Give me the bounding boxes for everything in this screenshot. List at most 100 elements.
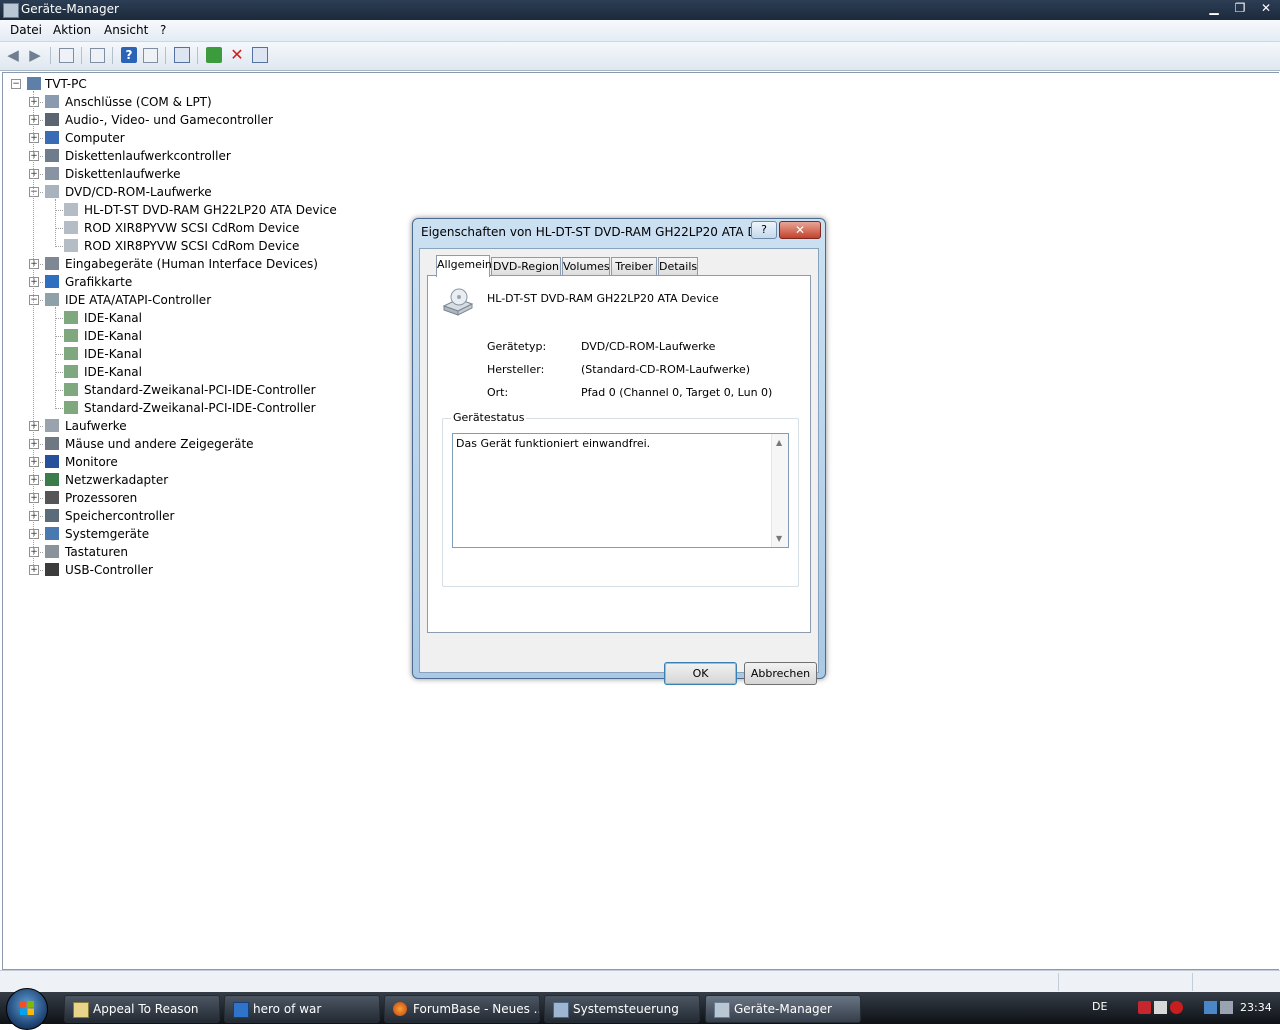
document-icon <box>73 1002 89 1018</box>
expand-toggle[interactable]: + <box>29 529 39 539</box>
computer-icon <box>45 131 59 144</box>
display-adapter-icon <box>45 275 59 288</box>
uninstall-icon[interactable]: ✕ <box>229 47 245 63</box>
tree-connector <box>55 318 63 319</box>
maximize-button[interactable]: ❐ <box>1228 0 1252 16</box>
expand-toggle[interactable]: + <box>29 151 39 161</box>
scroll-up-icon[interactable]: ▲ <box>776 438 782 447</box>
menu-aktion[interactable]: Aktion <box>53 23 91 37</box>
dialog-title: Eigenschaften von HL-DT-ST DVD-RAM GH22L… <box>421 225 782 239</box>
task-appeal-to-reason[interactable]: Appeal To Reason <box>64 995 220 1023</box>
keyboard-icon <box>45 545 59 558</box>
dialog-help-button[interactable]: ? <box>751 221 777 239</box>
task-systemsteuerung[interactable]: Systemsteuerung <box>544 995 700 1023</box>
antivirus-icon[interactable] <box>1170 1001 1183 1014</box>
status-scrollbar[interactable]: ▲ ▼ <box>771 434 788 547</box>
task-label: Appeal To Reason <box>93 1002 199 1016</box>
expand-toggle[interactable]: + <box>29 565 39 575</box>
toolbar-separator <box>197 47 198 64</box>
expand-toggle[interactable]: + <box>29 169 39 179</box>
ide-channel-icon <box>64 365 78 378</box>
network-icon[interactable] <box>1204 1001 1217 1014</box>
cancel-button[interactable]: Abbrechen <box>744 662 817 685</box>
monitor-icon <box>45 455 59 468</box>
expand-toggle[interactable]: + <box>29 457 39 467</box>
tree-connector <box>55 246 63 247</box>
ide-channel-icon <box>64 329 78 342</box>
expand-toggle[interactable]: + <box>29 259 39 269</box>
menu-datei[interactable]: Datei <box>10 23 42 37</box>
cdrom-drive-icon <box>442 288 474 316</box>
toolbar: ◀ ▶ ? ✕ <box>0 42 1280 71</box>
expand-toggle[interactable]: + <box>29 493 39 503</box>
tree-connector <box>55 336 63 337</box>
properties-dialog[interactable]: Eigenschaften von HL-DT-ST DVD-RAM GH22L… <box>412 218 826 685</box>
task-hero-of-war[interactable]: hero of war <box>224 995 380 1023</box>
scroll-down-icon[interactable]: ▼ <box>776 534 782 543</box>
network-adapter-icon <box>45 473 59 486</box>
volume-icon[interactable] <box>1220 1001 1233 1014</box>
tab-dvd-region[interactable]: DVD-Region <box>491 257 561 276</box>
minimize-button[interactable]: ▁ <box>1202 0 1226 16</box>
properties-icon[interactable] <box>90 48 105 63</box>
tab-treiber[interactable]: Treiber <box>611 257 657 276</box>
menu-ansicht[interactable]: Ansicht <box>104 23 148 37</box>
forward-arrow-icon[interactable]: ▶ <box>27 47 43 63</box>
device-name: HL-DT-ST DVD-RAM GH22LP20 ATA Device <box>487 292 719 305</box>
clock[interactable]: 23:34 <box>1240 1001 1272 1014</box>
expand-toggle[interactable]: + <box>29 511 39 521</box>
tree-category-label: Eingabegeräte (Human Interface Devices) <box>65 257 318 271</box>
hid-icon <box>45 257 59 270</box>
control-panel-icon <box>553 1002 569 1018</box>
tree-category-label: Monitore <box>65 455 118 469</box>
expand-toggle[interactable]: + <box>29 133 39 143</box>
ok-button[interactable]: OK <box>664 662 737 685</box>
dialog-close-button[interactable]: ✕ <box>779 221 821 239</box>
expand-toggle[interactable]: + <box>29 439 39 449</box>
menu-bar: Datei Aktion Ansicht ? <box>0 20 1280 42</box>
security-shield-icon[interactable] <box>1138 1001 1151 1014</box>
tree-category-label: Netzwerkadapter <box>65 473 169 487</box>
device-manager-icon <box>714 1002 730 1018</box>
tab-allgemein[interactable]: Allgemein <box>436 255 492 277</box>
port-icon <box>45 95 59 108</box>
language-indicator[interactable]: DE <box>1092 1000 1107 1013</box>
window-titlebar[interactable]: Geräte-Manager ▁ ❐ ✕ <box>0 0 1280 20</box>
tree-category-label: IDE ATA/ATAPI-Controller <box>65 293 212 307</box>
task-forumbase[interactable]: ForumBase - Neues ... <box>384 995 540 1023</box>
tab-details[interactable]: Details <box>658 257 698 276</box>
expand-toggle[interactable]: + <box>29 277 39 287</box>
disable-device-icon[interactable] <box>252 47 268 63</box>
tree-connector <box>33 91 34 569</box>
tree-category-label: Diskettenlaufwerkcontroller <box>65 149 231 163</box>
expand-toggle[interactable]: + <box>29 421 39 431</box>
expand-toggle[interactable]: + <box>29 97 39 107</box>
close-button[interactable]: ✕ <box>1254 0 1278 16</box>
update-driver-icon[interactable] <box>206 47 222 63</box>
floppy-drive-icon <box>45 167 59 180</box>
back-arrow-icon[interactable]: ◀ <box>5 47 21 63</box>
collapse-toggle[interactable]: − <box>11 79 21 89</box>
tree-connector <box>55 372 63 373</box>
scan-hardware-icon[interactable] <box>174 47 190 63</box>
console-tree-icon[interactable] <box>59 48 74 63</box>
menu-help[interactable]: ? <box>160 23 166 37</box>
tab-volumes[interactable]: Volumes <box>562 257 610 276</box>
task-label: Geräte-Manager <box>734 1002 832 1016</box>
tree-category-label: Prozessoren <box>65 491 138 505</box>
toolbar-separator <box>50 47 51 64</box>
collapse-toggle[interactable]: − <box>29 187 39 197</box>
collapse-toggle[interactable]: − <box>29 295 39 305</box>
task-geraete-manager[interactable]: Geräte-Manager <box>705 995 861 1023</box>
expand-toggle[interactable]: + <box>29 547 39 557</box>
help-icon[interactable]: ? <box>121 47 137 63</box>
tree-device-label: Standard-Zweikanal-PCI-IDE-Controller <box>84 401 316 415</box>
usb-icon <box>45 563 59 576</box>
prop-label-type: Gerätetyp: <box>487 340 547 353</box>
network-status-icon[interactable] <box>1154 1001 1167 1014</box>
mouse-icon <box>45 437 59 450</box>
expand-toggle[interactable]: + <box>29 475 39 485</box>
device-status-textbox[interactable]: Das Gerät funktioniert einwandfrei. ▲ ▼ <box>452 433 789 548</box>
show-pane-icon[interactable] <box>143 48 158 63</box>
expand-toggle[interactable]: + <box>29 115 39 125</box>
